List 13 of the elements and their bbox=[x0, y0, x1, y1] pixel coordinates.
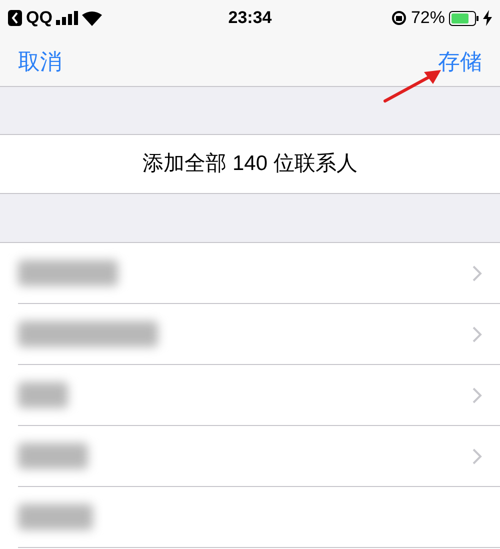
blurred-name bbox=[18, 382, 68, 408]
blurred-name bbox=[18, 443, 88, 469]
rotation-lock-icon bbox=[390, 10, 407, 26]
charging-bolt-icon bbox=[483, 10, 492, 26]
status-time: 23:34 bbox=[227, 7, 273, 30]
cancel-button[interactable]: 取消 bbox=[18, 44, 62, 78]
battery-percent: 72% bbox=[410, 7, 445, 30]
signal-icon bbox=[56, 11, 78, 25]
save-button[interactable]: 存储 bbox=[438, 44, 482, 78]
battery-icon bbox=[449, 10, 479, 26]
back-app-label[interactable]: QQ bbox=[26, 5, 52, 31]
add-all-contacts-button[interactable]: 添加全部 140 位联系人 bbox=[0, 134, 500, 194]
wifi-icon bbox=[82, 10, 102, 26]
